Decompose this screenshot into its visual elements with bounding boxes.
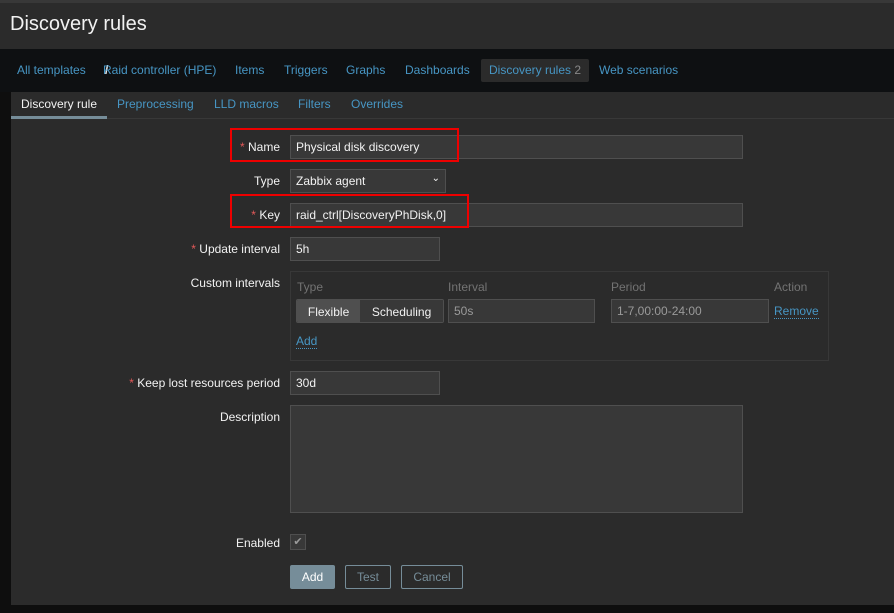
type-label: Type xyxy=(253,174,280,188)
type-value: Zabbix agent xyxy=(296,174,366,188)
add-interval-link[interactable]: Add xyxy=(296,334,318,349)
description-textarea[interactable] xyxy=(290,405,743,513)
flexible-option[interactable]: Flexible xyxy=(297,300,361,322)
discovery-count: 2 xyxy=(574,63,582,77)
cancel-button[interactable]: Cancel xyxy=(401,565,463,589)
discovery-rules-link[interactable]: Discovery rules 2 xyxy=(481,59,590,82)
custom-intervals-label: Custom intervals xyxy=(190,276,280,290)
interval-type-toggle: Flexible Scheduling xyxy=(296,299,444,323)
required-mark: * xyxy=(191,242,196,256)
web-scenarios-link[interactable]: Web scenarios xyxy=(599,63,678,77)
keep-lost-input[interactable]: 30d xyxy=(290,371,440,395)
highlight-box-key xyxy=(230,194,469,228)
keep-lost-label-text: Keep lost resources period xyxy=(137,376,280,390)
col-action: Action xyxy=(774,280,808,294)
breadcrumb-nav: All templates / Raid controller (HPE) It… xyxy=(0,49,894,92)
tab-lld-macros[interactable]: LLD macros xyxy=(214,97,279,111)
period-input[interactable]: 1-7,00:00-24:00 xyxy=(611,299,769,323)
description-label: Description xyxy=(219,410,280,424)
update-interval-label-text: Update interval xyxy=(199,242,280,256)
active-tab-indicator xyxy=(11,116,107,119)
tab-overrides[interactable]: Overrides xyxy=(351,97,403,111)
scheduling-option[interactable]: Scheduling xyxy=(360,300,443,322)
custom-intervals-table: Type Interval Period Action Flexible Sch… xyxy=(290,271,829,361)
remove-link[interactable]: Remove xyxy=(774,304,819,319)
tab-discovery-rule[interactable]: Discovery rule xyxy=(21,97,97,111)
dashboards-link[interactable]: Dashboards xyxy=(405,63,470,77)
chevron-down-icon: ⌄ xyxy=(431,173,440,184)
type-select[interactable]: Zabbix agent ⌄ xyxy=(290,169,446,193)
required-mark: * xyxy=(129,376,134,390)
all-templates-link[interactable]: All templates xyxy=(17,63,86,77)
update-interval-input[interactable]: 5h xyxy=(290,237,440,261)
tab-filters[interactable]: Filters xyxy=(298,97,331,111)
keep-lost-label: * Keep lost resources period xyxy=(129,376,280,390)
discovery-rules-label: Discovery rules xyxy=(489,63,572,77)
col-interval: Interval xyxy=(448,280,488,294)
page-title: Discovery rules xyxy=(10,13,147,35)
template-link[interactable]: Raid controller (HPE) xyxy=(103,63,216,77)
add-button[interactable]: Add xyxy=(290,565,335,589)
col-period: Period xyxy=(611,280,646,294)
test-button[interactable]: Test xyxy=(345,565,391,589)
tab-preprocessing[interactable]: Preprocessing xyxy=(117,97,194,111)
check-icon: ✔ xyxy=(293,536,303,548)
items-link[interactable]: Items xyxy=(235,63,264,77)
triggers-link[interactable]: Triggers xyxy=(284,63,328,77)
col-type: Type xyxy=(297,280,324,294)
graphs-link[interactable]: Graphs xyxy=(346,63,385,77)
tab-bar: Discovery rule Preprocessing LLD macros … xyxy=(11,92,894,119)
update-interval-label: * Update interval xyxy=(191,242,280,256)
interval-input[interactable]: 50s xyxy=(448,299,595,323)
enabled-label: Enabled xyxy=(235,536,280,550)
enabled-checkbox[interactable]: ✔ xyxy=(290,534,306,550)
highlight-box-name xyxy=(230,128,459,162)
